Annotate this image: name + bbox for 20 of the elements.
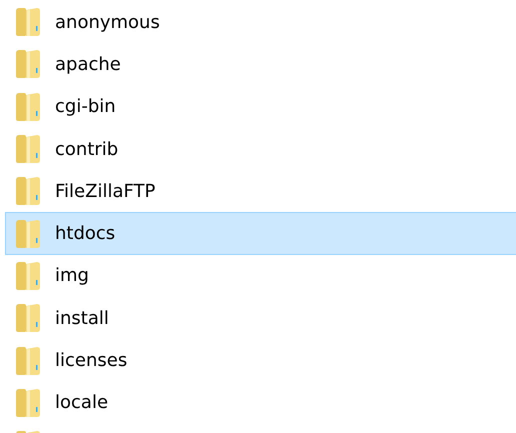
folder-item[interactable]: contrib bbox=[5, 128, 516, 170]
folder-item[interactable]: htdocs bbox=[5, 212, 516, 255]
folder-icon bbox=[15, 218, 41, 249]
folder-icon bbox=[15, 7, 41, 38]
folder-icon bbox=[15, 303, 41, 334]
folder-icon bbox=[15, 346, 41, 376]
folder-item[interactable]: img bbox=[5, 254, 516, 298]
folder-item[interactable]: apache bbox=[5, 43, 516, 86]
folder-icon bbox=[15, 176, 41, 206]
folder-icon bbox=[15, 388, 41, 418]
folder-item[interactable]: cgi-bin bbox=[5, 86, 516, 128]
folder-icon bbox=[15, 49, 41, 80]
folder-icon bbox=[15, 92, 41, 122]
folder-item[interactable]: install bbox=[5, 297, 516, 340]
folder-item[interactable]: anonymous bbox=[5, 1, 516, 44]
folder-item[interactable]: locale bbox=[5, 382, 516, 424]
folder-item[interactable]: FileZillaFTP bbox=[5, 170, 516, 212]
folder-icon bbox=[15, 260, 41, 291]
folder-item[interactable]: licenses bbox=[5, 339, 516, 382]
folder-icon bbox=[15, 134, 41, 164]
